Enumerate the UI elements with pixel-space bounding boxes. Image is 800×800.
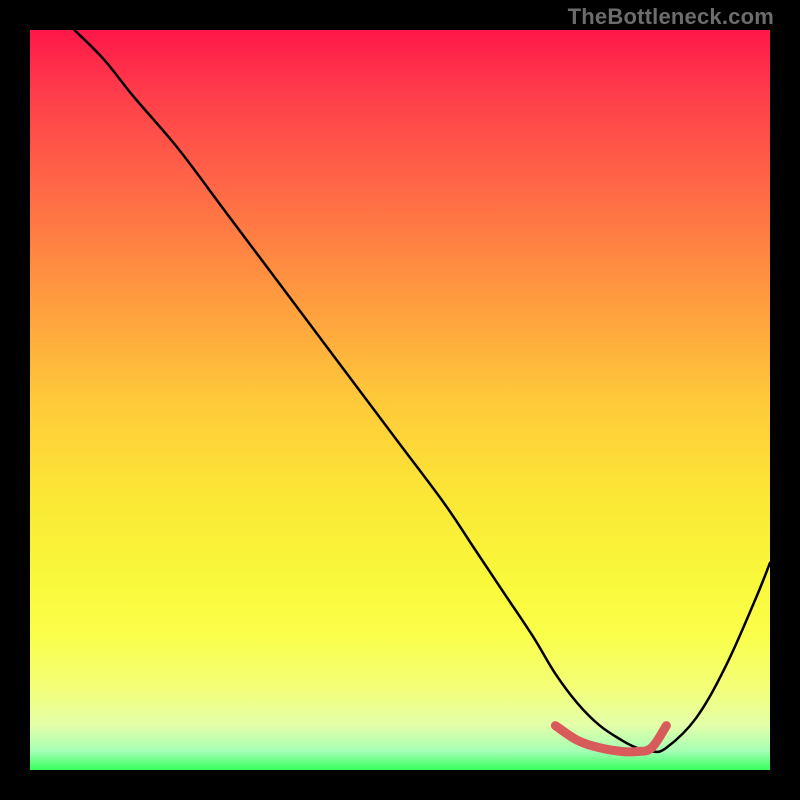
optimal-region bbox=[555, 726, 666, 752]
bottleneck-curve bbox=[74, 30, 770, 752]
plot-area bbox=[30, 30, 770, 770]
watermark-text: TheBottleneck.com bbox=[568, 4, 774, 30]
chart-svg bbox=[30, 30, 770, 770]
chart-container: TheBottleneck.com bbox=[0, 0, 800, 800]
